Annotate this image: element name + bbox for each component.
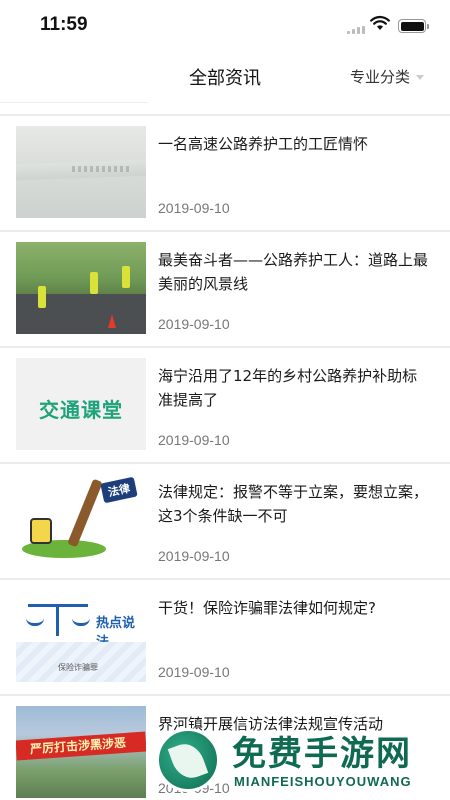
list-item[interactable]: 最美奋斗者——公路养护工人：道路上最美丽的风景线 2019-09-10 — [0, 230, 450, 346]
thumbnail-caption: 保险诈骗罪 — [58, 663, 98, 672]
news-title: 海宁沿用了12年的乡村公路养护补助标准提高了 — [158, 367, 418, 409]
filter-label: 专业分类 — [349, 68, 410, 86]
list-item[interactable]: 交通课堂 海宁沿用了12年的乡村公路养护补助标准提高了 2019-09-10 — [0, 346, 450, 462]
news-list: 一名高速公路养护工的工匠情怀 2019-09-10 最美奋斗者——公路养护工人：… — [0, 114, 450, 800]
news-date: 2019-09-10 — [158, 432, 230, 448]
list-item[interactable]: 一名高速公路养护工的工匠情怀 2019-09-10 — [0, 114, 450, 230]
news-thumbnail: 严厉打击涉黑涉恶 — [16, 706, 146, 798]
watermark-subtitle: MIANFEISHOUYOUWANG — [234, 774, 412, 789]
battery-icon — [398, 19, 429, 33]
news-title: 最美奋斗者——公路养护工人：道路上最美丽的风景线 — [158, 251, 429, 293]
status-bar: 11:59 — [0, 0, 450, 50]
thumbnail-logo-text: 交通课堂 — [39, 398, 123, 422]
list-item[interactable]: 法律 法律规定：报警不等于立案，要想立案，这3个条件缺一不可 2019-09-1… — [0, 462, 450, 578]
news-thumbnail — [16, 126, 146, 218]
watermark: 免费手游网 MIANFEISHOUYOUWANG — [156, 722, 450, 800]
news-thumbnail — [16, 242, 146, 334]
category-filter[interactable]: 专业分类 — [350, 66, 424, 87]
chevron-down-icon — [416, 75, 424, 80]
news-title: 法律规定：报警不等于立案，要想立案，这3个条件缺一不可 — [158, 483, 429, 525]
watermark-title: 免费手游网 — [232, 734, 412, 774]
tab-indicator-divider — [0, 102, 148, 103]
news-date: 2019-09-10 — [158, 316, 230, 332]
wifi-icon — [370, 15, 390, 30]
status-time: 11:59 — [40, 14, 88, 35]
news-thumbnail: 热点说法 保险诈骗罪 — [16, 590, 146, 682]
news-title: 一名高速公路养护工的工匠情怀 — [158, 135, 369, 153]
news-date: 2019-09-10 — [158, 664, 230, 680]
news-thumbnail: 交通课堂 — [16, 358, 146, 450]
list-item[interactable]: 热点说法 保险诈骗罪 干货！保险诈骗罪法律如何规定? 2019-09-10 — [0, 578, 450, 694]
news-thumbnail: 法律 — [16, 474, 146, 566]
news-date: 2019-09-10 — [158, 200, 230, 216]
news-date: 2019-09-10 — [158, 548, 230, 564]
cellular-signal-icon — [347, 26, 367, 34]
watermark-logo-icon — [156, 728, 220, 792]
header: 全部资讯 专业分类 — [0, 50, 450, 106]
news-title: 干货！保险诈骗罪法律如何规定? — [158, 599, 376, 617]
